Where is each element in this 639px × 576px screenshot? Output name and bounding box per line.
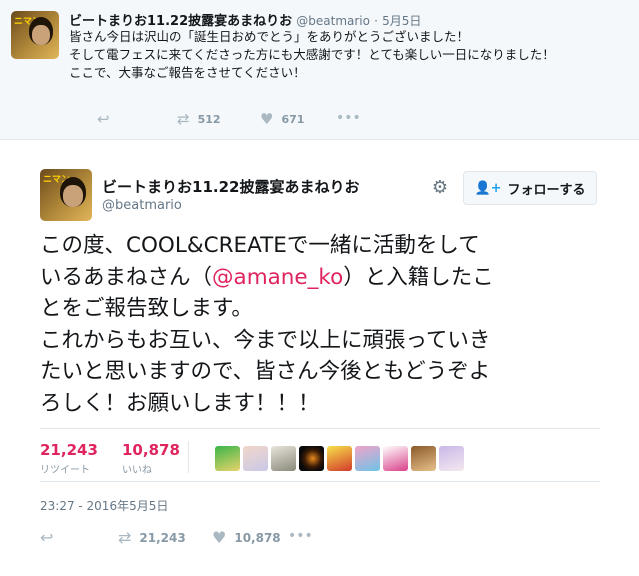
tweet-text-line: たいと思いますので、皆さん今後ともどうぞよ	[40, 359, 491, 384]
more-icon: •••	[336, 110, 361, 126]
liker-avatar[interactable]	[215, 446, 240, 471]
avatar-face	[63, 185, 83, 207]
liker-avatar[interactable]	[299, 446, 324, 471]
parent-avatar[interactable]: ニマン	[11, 11, 59, 59]
retweet-count: 21,243	[139, 530, 186, 545]
follow-button[interactable]: 👤+ フォローする	[463, 171, 597, 205]
retweet-button[interactable]: ⇄ 512	[177, 110, 221, 128]
reply-icon: ↩	[97, 110, 110, 128]
retweet-count: 512	[197, 112, 221, 126]
like-count: 671	[281, 112, 305, 126]
retweets-count: 21,243	[40, 441, 98, 459]
retweet-icon: ⇄	[118, 528, 132, 547]
divider	[188, 441, 189, 473]
likes-label: いいね	[122, 465, 152, 476]
likes-stat[interactable]: 10,878 いいね	[122, 441, 180, 476]
retweets-label: リツイート	[40, 465, 90, 476]
follow-person-icon: 👤+	[474, 180, 502, 196]
gear-icon[interactable]: ⚙	[430, 178, 450, 198]
reply-icon: ↩	[40, 528, 54, 547]
main-user-handle[interactable]: @beatmario	[102, 198, 182, 213]
likes-count: 10,878	[122, 441, 180, 459]
main-user-name[interactable]: ビートまりお11.22披露宴あまねりお	[102, 176, 359, 197]
parent-tweet[interactable]: ニマン ビートまりお11.22披露宴あまねりお @beatmario · 5月5…	[0, 0, 639, 140]
liker-avatar[interactable]	[243, 446, 268, 471]
more-button[interactable]: •••	[336, 110, 361, 126]
retweets-stat[interactable]: 21,243 リツイート	[40, 441, 98, 476]
liker-avatar[interactable]	[383, 446, 408, 471]
liker-avatar[interactable]	[327, 446, 352, 471]
tweet-text-line: ）と入籍したこ	[343, 264, 494, 290]
liker-avatar[interactable]	[355, 446, 380, 471]
like-button[interactable]: ♥ 671	[260, 110, 304, 128]
liker-avatars	[215, 446, 464, 471]
follow-label: フォローする	[507, 182, 586, 198]
tweet-text-line: とをご報告致します。	[40, 296, 253, 321]
mention-link[interactable]: @amane_ko	[212, 265, 343, 290]
heart-icon: ♥	[212, 528, 227, 547]
parent-tweet-header: ビートまりお11.22披露宴あまねりお @beatmario · 5月5日	[69, 10, 421, 29]
parent-tweet-text: 皆さん今日は沢山の「誕生日おめでとう」をありがとうございました！ そして電フェス…	[69, 29, 555, 80]
like-button[interactable]: ♥ 10,878	[212, 528, 281, 547]
retweet-button[interactable]: ⇄ 21,243	[118, 528, 186, 547]
tweet-text-line: ろしく！お願いします！！！	[40, 390, 320, 416]
tweet-text-line: この度、COOL&CREATEで一緒に活動をして	[40, 233, 480, 258]
reply-button[interactable]: ↩	[40, 528, 53, 547]
parent-user-handle[interactable]: @beatmario	[296, 14, 370, 28]
retweet-icon: ⇄	[177, 110, 190, 128]
divider	[40, 428, 600, 429]
parent-user-name[interactable]: ビートまりお11.22披露宴あまねりお	[69, 14, 292, 29]
main-tweet-text: この度、COOL&CREATEで一緒に活動をして いるあまねさん（@amane_…	[40, 230, 600, 419]
main-avatar[interactable]: ニマン	[40, 169, 92, 221]
divider	[40, 481, 600, 482]
heart-icon: ♥	[260, 110, 274, 128]
liker-avatar[interactable]	[411, 446, 436, 471]
more-button[interactable]: •••	[288, 528, 313, 544]
liker-avatar[interactable]	[271, 446, 296, 471]
more-icon: •••	[288, 528, 313, 544]
date-separator: ·	[374, 14, 378, 28]
like-count: 10,878	[234, 530, 281, 545]
tweet-timestamp[interactable]: 23:27 - 2016年5月5日	[40, 497, 168, 514]
liker-avatar[interactable]	[439, 446, 464, 471]
tweet-text-line: これからもお互い、今まで以上に頑張っていき	[40, 327, 491, 353]
tweet-text-line: いるあまねさん（	[40, 264, 213, 290]
parent-tweet-date[interactable]: 5月5日	[382, 14, 421, 28]
reply-button[interactable]: ↩	[97, 110, 110, 128]
avatar-face	[32, 25, 50, 45]
